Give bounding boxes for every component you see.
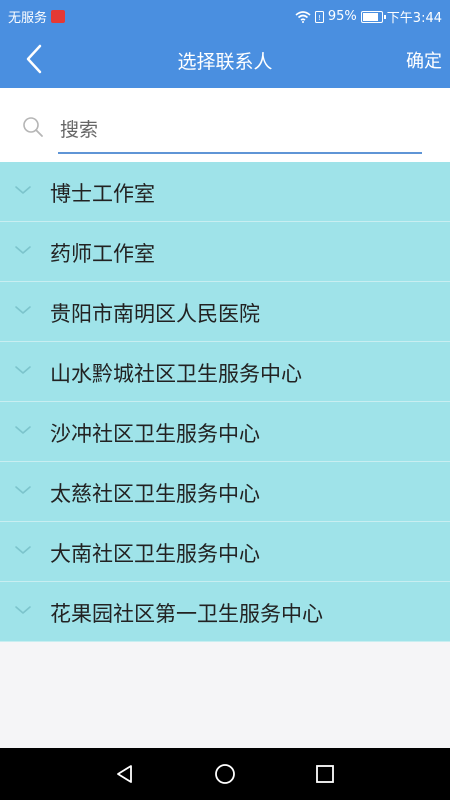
clock-text: 下午3:44 [386,11,442,26]
nav-recents-icon[interactable] [313,762,337,786]
list-item[interactable]: 大南社区卫生服务中心 [0,522,450,582]
status-right: ! 95% 下午3:44 [295,7,442,26]
sim-icon: ! [314,10,324,23]
chevron-down-icon [15,606,31,614]
list-item[interactable]: 博士工作室 [0,162,450,222]
chevron-down-icon [15,426,31,434]
list-item-label: 贵阳市南明区人民医院 [50,302,260,326]
list-item-label: 太慈社区卫生服务中心 [50,482,260,506]
contact-group-list: 博士工作室药师工作室贵阳市南明区人民医院山水黔城社区卫生服务中心 沙冲社区卫生服务… [0,162,450,642]
list-item-label: 花果园社区第一卫生服务中心 [50,602,323,626]
chevron-down-icon [15,246,31,254]
svg-text:!: ! [318,14,321,22]
list-item[interactable]: 山水黔城社区卫生服务中心 [0,342,450,402]
search-bar [0,88,450,162]
list-item[interactable]: 花果园社区第一卫生服务中心 [0,582,450,642]
nav-home-icon[interactable] [213,762,237,786]
status-bar: 无服务 ! 95% 下午3:44 [0,0,450,30]
chevron-down-icon [15,306,31,314]
nav-back-icon[interactable] [113,762,137,786]
search-icon [23,117,43,137]
search-input[interactable] [58,108,422,154]
wifi-icon [295,10,311,23]
list-item[interactable]: 太慈社区卫生服务中心 [0,462,450,522]
app-notification-icon [51,10,66,23]
carrier-text: 无服务 [8,11,48,26]
list-item-label: 博士工作室 [50,182,155,206]
header-bar: 选择联系人 确定 [0,30,450,88]
confirm-button[interactable]: 确定 [406,47,442,73]
list-item[interactable]: 贵阳市南明区人民医院 [0,282,450,342]
list-item[interactable]: 沙冲社区卫生服务中心 [0,402,450,462]
list-item-label: 药师工作室 [50,242,155,266]
status-left: 无服务 [8,7,66,26]
chevron-down-icon [15,486,31,494]
chevron-down-icon [15,366,31,374]
battery-percent: 95% [327,9,357,24]
page-title: 选择联系人 [177,51,273,73]
chevron-down-icon [15,186,31,194]
system-navigation-bar [0,748,450,800]
list-item-label: 山水黔城社区卫生服务中心 [50,362,302,386]
chevron-down-icon [15,546,31,554]
list-item-label: 大南社区卫生服务中心 [50,542,260,566]
list-item[interactable]: 药师工作室 [0,222,450,282]
list-item-label: 沙冲社区卫生服务中心 [50,422,260,446]
battery-icon [360,10,386,23]
